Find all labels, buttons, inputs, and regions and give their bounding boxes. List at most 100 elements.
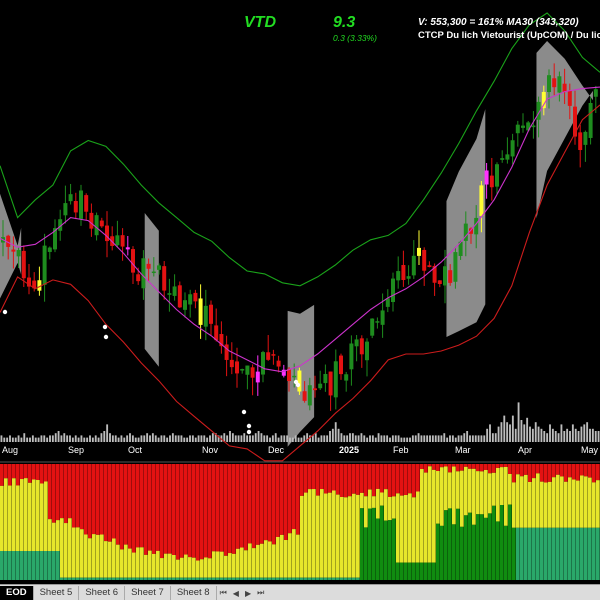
oscillator-green-bar bbox=[0, 551, 4, 580]
oscillator-green-bar bbox=[48, 551, 52, 580]
tab-sheet-6[interactable]: Sheet 6 bbox=[79, 586, 126, 600]
price-change: 0.3 (3.33%) bbox=[333, 33, 377, 43]
volume-bar bbox=[300, 437, 303, 442]
candle-body bbox=[229, 359, 234, 368]
volume-bar bbox=[106, 424, 109, 442]
candle-body bbox=[136, 274, 141, 282]
oscillator-green-bar bbox=[524, 527, 528, 580]
oscillator-yellow-bar bbox=[124, 544, 128, 578]
scroll-right-icon[interactable]: ▶ bbox=[242, 589, 254, 598]
volume-bar bbox=[69, 435, 71, 442]
oscillator-green-bar bbox=[304, 577, 308, 580]
oscillator-red-bar bbox=[260, 464, 264, 544]
oscillator-green-bar bbox=[308, 577, 312, 580]
candle-body bbox=[437, 280, 442, 285]
volume-bar bbox=[160, 435, 163, 442]
oscillator-yellow-bar bbox=[72, 527, 76, 578]
volume-bar bbox=[440, 435, 443, 442]
volume-bar bbox=[40, 435, 43, 442]
volume-bar bbox=[280, 435, 283, 442]
volume-bar bbox=[183, 437, 186, 442]
oscillator-green-bar bbox=[444, 510, 448, 580]
volume-bar bbox=[86, 437, 89, 442]
volume-bar bbox=[486, 428, 489, 442]
oscillator-red-bar bbox=[532, 464, 536, 479]
scroll-left-icon[interactable]: ◀ bbox=[230, 589, 242, 598]
oscillator-green-bar bbox=[588, 527, 592, 580]
oscillator-yellow-bar bbox=[332, 490, 336, 578]
volume-bar bbox=[511, 415, 514, 442]
oscillator-green-bar bbox=[232, 577, 236, 580]
volume-bar bbox=[386, 435, 389, 442]
scroll-first-icon[interactable]: ⏮ bbox=[217, 588, 230, 598]
oscillator-green-bar bbox=[464, 515, 468, 580]
volume-bar bbox=[171, 433, 174, 442]
tab-sheet-5[interactable]: Sheet 5 bbox=[34, 586, 80, 600]
oscillator-yellow-bar bbox=[296, 534, 300, 578]
tab-sheet-7[interactable]: Sheet 7 bbox=[125, 586, 171, 600]
volume-bar bbox=[497, 426, 500, 442]
oscillator-red-bar bbox=[448, 464, 452, 473]
oscillator-yellow-bar bbox=[328, 492, 332, 578]
oscillator-yellow-bar bbox=[184, 554, 188, 578]
oscillator-red-bar bbox=[436, 464, 440, 472]
tab-eod[interactable]: EOD bbox=[0, 586, 34, 600]
oscillator-green-bar bbox=[8, 551, 12, 580]
oscillator-red-bar bbox=[300, 464, 304, 496]
oscillator-yellow-bar bbox=[216, 551, 220, 578]
oscillator-yellow-bar bbox=[160, 558, 164, 578]
oscillator-yellow-bar bbox=[576, 480, 580, 528]
oscillator-green-bar bbox=[204, 577, 208, 580]
oscillator-yellow-bar bbox=[596, 480, 600, 528]
volume-bar bbox=[234, 435, 237, 442]
oscillator-red-bar bbox=[48, 464, 52, 520]
volume-bar bbox=[586, 422, 589, 442]
oscillator-green-bar bbox=[572, 527, 576, 580]
volume-bar bbox=[429, 435, 431, 442]
oscillator-green-bar bbox=[260, 577, 264, 580]
oscillator-red-bar bbox=[76, 464, 80, 528]
oscillator-green-bar bbox=[168, 577, 172, 580]
oscillator-yellow-bar bbox=[540, 481, 544, 528]
volume-bar bbox=[549, 424, 551, 442]
oscillator-red-bar bbox=[336, 464, 340, 495]
candle-body bbox=[47, 247, 52, 252]
oscillator-green-bar bbox=[540, 527, 544, 580]
oscillator-red-bar bbox=[516, 464, 520, 475]
volume-bar bbox=[380, 435, 383, 442]
candle-body bbox=[365, 341, 369, 361]
oscillator-yellow-bar bbox=[288, 533, 292, 578]
tab-sheet-8[interactable]: Sheet 8 bbox=[171, 586, 217, 600]
oscillator-red-bar bbox=[72, 464, 76, 528]
oscillator-green-bar bbox=[196, 577, 200, 580]
candle-body bbox=[302, 391, 307, 401]
candle-body bbox=[453, 252, 458, 282]
oscillator-yellow-bar bbox=[360, 492, 364, 509]
candle-body bbox=[21, 250, 26, 279]
volume-bar bbox=[269, 437, 271, 442]
candle-body bbox=[89, 212, 94, 229]
volume-bar bbox=[411, 435, 414, 442]
scroll-last-icon[interactable]: ⏭ bbox=[254, 588, 267, 598]
oscillator-yellow-bar bbox=[368, 489, 372, 509]
volume-bar bbox=[129, 433, 131, 442]
oscillator-red-bar bbox=[108, 464, 112, 542]
oscillator-red-bar bbox=[484, 464, 488, 470]
oscillator-green-bar bbox=[428, 562, 432, 580]
oscillator-green-bar bbox=[596, 527, 600, 580]
oscillator-yellow-bar bbox=[436, 471, 440, 524]
volume-bar bbox=[157, 437, 160, 442]
oscillator-red-bar bbox=[240, 464, 244, 548]
candle-body bbox=[359, 338, 364, 355]
volume-bar bbox=[557, 433, 560, 442]
x-tick-label: Aug bbox=[2, 445, 18, 455]
volume-bar bbox=[449, 435, 451, 442]
oscillator-green-bar bbox=[472, 524, 476, 580]
oscillator-red-bar bbox=[152, 464, 156, 554]
oscillator-red-bar bbox=[100, 464, 104, 535]
oscillator-yellow-bar bbox=[440, 467, 444, 526]
volume-bar bbox=[546, 433, 549, 442]
oscillator-green-bar bbox=[272, 577, 276, 580]
oscillator-yellow-bar bbox=[40, 483, 44, 551]
oscillator-red-bar bbox=[492, 464, 496, 473]
